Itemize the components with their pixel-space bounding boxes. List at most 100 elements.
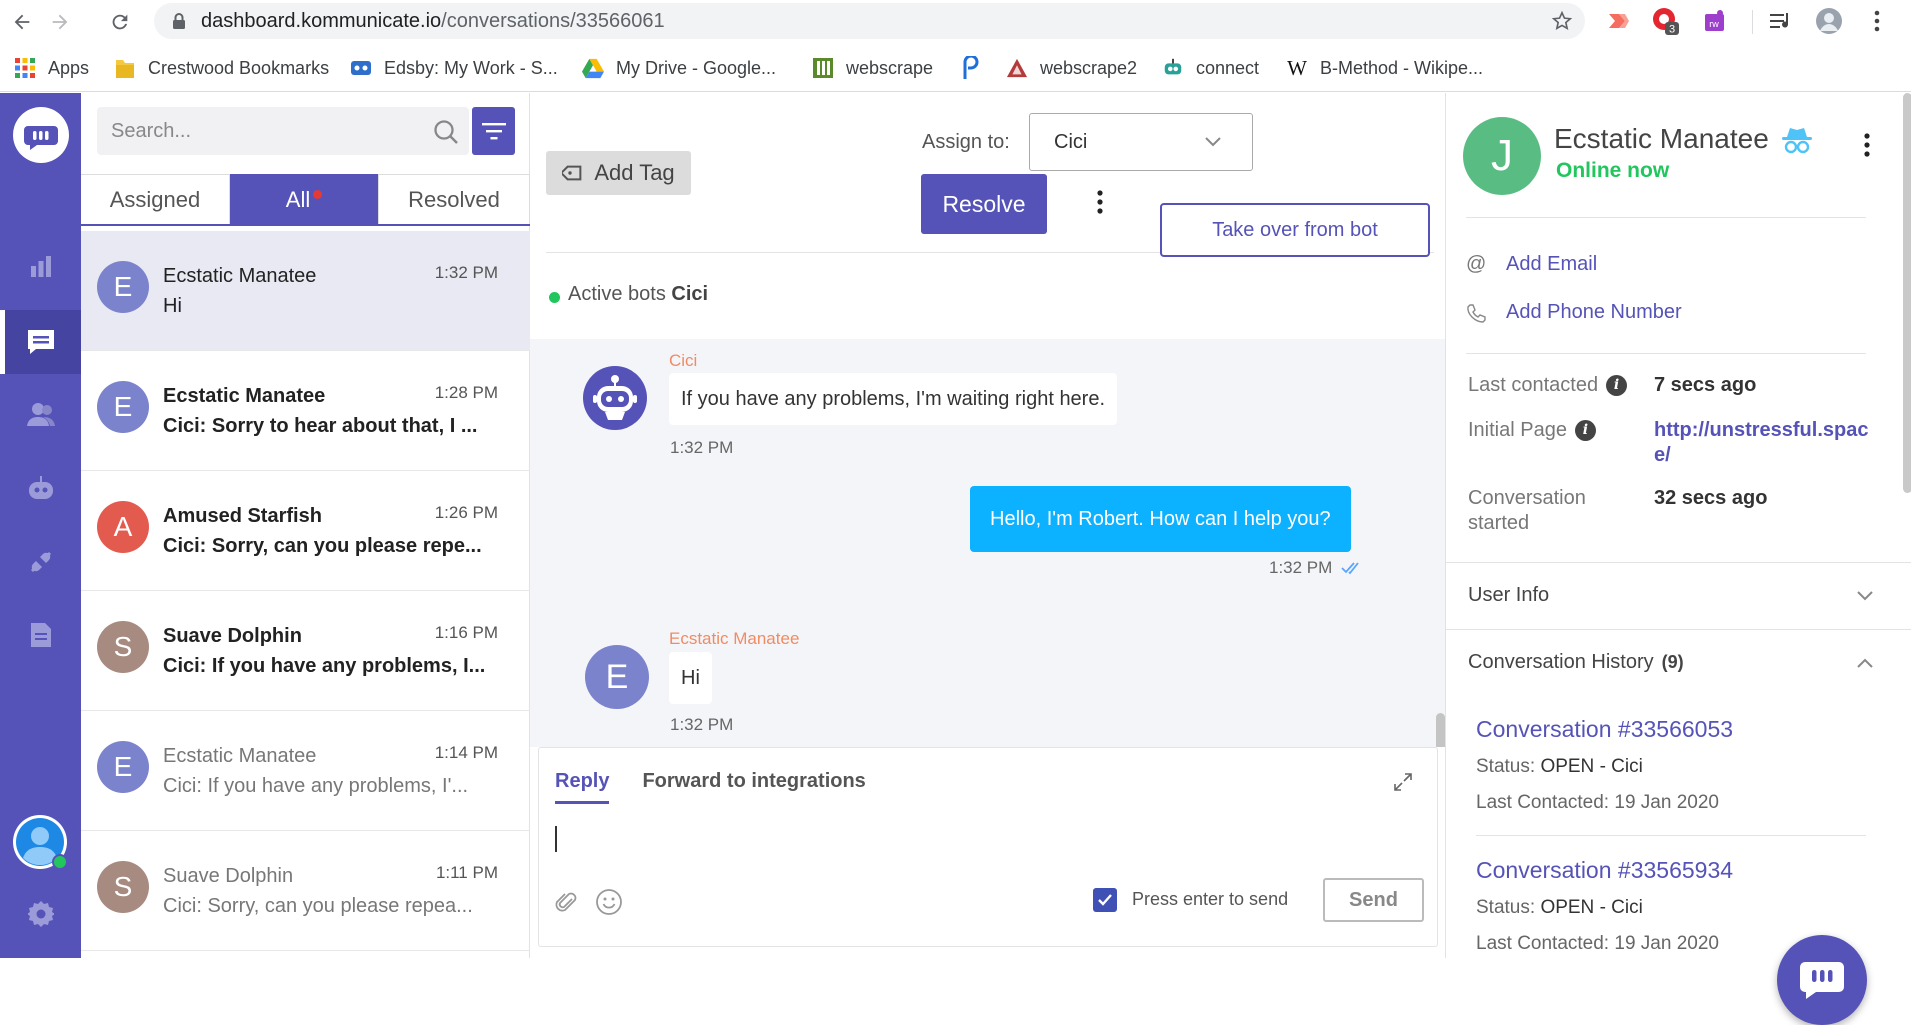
bookmark-wikipedia[interactable]: W B-Method - Wikipe... xyxy=(1286,54,1483,82)
initial-page-label: Initial Page i xyxy=(1468,418,1596,443)
avatar: S xyxy=(97,861,149,913)
svg-text:rw: rw xyxy=(1709,19,1719,29)
bot-icon[interactable] xyxy=(0,457,81,521)
bookmark-webscrape2[interactable]: webscrape2 xyxy=(1006,54,1137,82)
bookmark-label: Apps xyxy=(48,57,90,78)
bookmark-apps[interactable]: Apps xyxy=(14,54,89,82)
conversation-list-item[interactable]: A Amused Starfish 1:26 PM Cici: Sorry, can … xyxy=(81,471,530,591)
expand-icon[interactable] xyxy=(1393,772,1413,792)
profile-avatar-icon[interactable] xyxy=(1814,6,1844,36)
user-details-panel: J Ecstatic Manatee Online now @ Add Emai… xyxy=(1445,93,1911,958)
details-scrollbar[interactable] xyxy=(1903,93,1911,493)
chevron-down-icon xyxy=(1205,137,1221,147)
kommunicate-logo[interactable] xyxy=(0,103,81,167)
initial-page-link[interactable]: http://unstressful.space/ xyxy=(1654,418,1884,468)
message-time: 1:32 PM xyxy=(670,438,734,457)
extension-badge: 3 xyxy=(1669,24,1675,36)
user-name: Ecstatic Manatee xyxy=(1554,123,1769,154)
bookmark-webscrape[interactable]: webscrape xyxy=(812,54,933,82)
take-over-from-bot-button[interactable]: Take over from bot xyxy=(1160,203,1430,257)
browser-menu-icon[interactable] xyxy=(1862,6,1892,36)
bookmark-crestwood[interactable]: Crestwood Bookmarks xyxy=(114,54,329,82)
info-icon[interactable]: i xyxy=(1574,420,1596,442)
add-email-row[interactable]: @ Add Email xyxy=(1466,253,1597,276)
double-check-icon xyxy=(1341,562,1359,575)
documents-icon[interactable] xyxy=(0,603,81,667)
message-bubble: If you have any problems, I'm waiting ri… xyxy=(669,373,1118,425)
bookmark-connect[interactable]: connect xyxy=(1162,54,1259,82)
message-bubble: Hi xyxy=(669,652,712,704)
search-icon[interactable] xyxy=(433,119,459,145)
url-path: /conversations/33566061 xyxy=(441,9,665,32)
filter-icon xyxy=(481,123,506,140)
emoji-icon[interactable] xyxy=(595,888,623,916)
user-more-options-icon[interactable] xyxy=(1864,133,1870,157)
conversations-icon[interactable] xyxy=(0,310,81,374)
info-icon[interactable]: i xyxy=(1606,375,1628,397)
bookmarks-bar: Apps Crestwood Bookmarks Edsby: My Work … xyxy=(0,44,1911,92)
settings-gear-icon[interactable] xyxy=(0,882,81,946)
history-title[interactable]: Conversation #33566053 xyxy=(1476,716,1866,743)
send-button[interactable]: Send xyxy=(1323,878,1424,922)
media-control-icon[interactable] xyxy=(1766,6,1796,36)
integrations-icon[interactable] xyxy=(0,530,81,594)
last-contacted-value: 19 Jan 2020 xyxy=(1614,792,1719,813)
bookmark-edsby[interactable]: Edsby: My Work - S... xyxy=(350,54,558,82)
conversation-name: Ecstatic Manatee xyxy=(163,265,317,287)
assignee-select[interactable]: Cici xyxy=(1029,113,1253,171)
forward-button[interactable] xyxy=(44,6,76,38)
add-phone-row[interactable]: Add Phone Number xyxy=(1466,301,1682,324)
search-input[interactable] xyxy=(111,119,411,143)
status-label: Status: xyxy=(1476,897,1536,918)
meta-label-text: Initial Page xyxy=(1468,419,1567,441)
tab-resolved[interactable]: Resolved xyxy=(378,174,530,224)
user-info-section[interactable]: User Info xyxy=(1446,562,1911,628)
users-icon[interactable] xyxy=(0,382,81,446)
reports-icon[interactable] xyxy=(0,234,81,298)
bookmark-p[interactable] xyxy=(960,54,994,82)
conversation-list-item[interactable]: E Ecstatic Manatee 1:32 PM Hi xyxy=(81,231,530,351)
forward-arrow-icon xyxy=(52,14,68,30)
message-scrollbar[interactable] xyxy=(1436,713,1445,747)
bookmark-google-drive[interactable]: My Drive - Google... xyxy=(582,54,776,82)
outgoing-message-bubble: Hello, I'm Robert. How can I help you? xyxy=(970,486,1351,552)
back-button[interactable] xyxy=(6,6,38,38)
tab-label: Resolved xyxy=(408,186,500,212)
tab-assigned[interactable]: Assigned xyxy=(81,174,230,224)
conversation-history-section[interactable]: Conversation History (9) xyxy=(1446,629,1911,695)
chat-widget-launcher[interactable] xyxy=(1777,935,1867,1025)
status-value: OPEN xyxy=(1540,756,1595,777)
reply-composer: Reply Forward to integrations Press ente… xyxy=(538,747,1438,947)
conversation-list-item[interactable]: S Suave Dolphin 1:11 PM Cici: Sorry, can yo… xyxy=(81,831,530,951)
press-enter-checkbox[interactable] xyxy=(1093,888,1117,912)
conversation-list-item[interactable]: E Ecstatic Manatee 1:28 PM Cici: Sorry to h… xyxy=(81,351,530,471)
resolve-label: Resolve xyxy=(942,190,1026,217)
reload-button[interactable] xyxy=(104,6,136,38)
extension-puzzle-icon[interactable]: rw xyxy=(1700,6,1730,36)
bookmark-star-icon[interactable] xyxy=(1551,10,1573,32)
divider xyxy=(1466,353,1866,354)
add-email-link[interactable]: Add Email xyxy=(1506,253,1597,276)
tab-forward-to-integrations[interactable]: Forward to integrations xyxy=(642,770,865,804)
history-item[interactable]: Conversation #33566053 Status: OPEN - Ci… xyxy=(1476,716,1866,836)
tab-reply[interactable]: Reply xyxy=(555,770,610,804)
conversation-list-item[interactable]: E Ecstatic Manatee 1:14 PM Cici: If you hav… xyxy=(81,711,530,831)
attachment-icon[interactable] xyxy=(555,890,579,916)
agent-avatar[interactable] xyxy=(0,803,81,883)
user-avatar: E xyxy=(585,645,649,709)
tab-all[interactable]: All xyxy=(230,174,378,224)
history-title[interactable]: Conversation #33565934 xyxy=(1476,857,1866,884)
extension-cast-icon[interactable] xyxy=(1604,6,1634,36)
add-tag-button[interactable]: Add Tag xyxy=(546,151,691,195)
filter-button[interactable] xyxy=(472,107,515,155)
add-phone-link[interactable]: Add Phone Number xyxy=(1506,301,1682,324)
message-input[interactable] xyxy=(555,818,1415,858)
extension-opera-icon[interactable]: 3 xyxy=(1650,6,1680,36)
conversation-list-item[interactable]: S Suave Dolphin 1:16 PM Cici: If you have a… xyxy=(81,591,530,711)
resolve-button[interactable]: Resolve xyxy=(921,174,1047,234)
address-bar[interactable]: dashboard.kommunicate.io/conversations/3… xyxy=(154,3,1585,39)
unread-dot xyxy=(313,190,323,199)
message-text: Hello, I'm Robert. How can I help you? xyxy=(990,507,1331,530)
chat-more-options-icon[interactable] xyxy=(1085,185,1115,219)
meta-label-text: Last contacted xyxy=(1468,374,1599,396)
